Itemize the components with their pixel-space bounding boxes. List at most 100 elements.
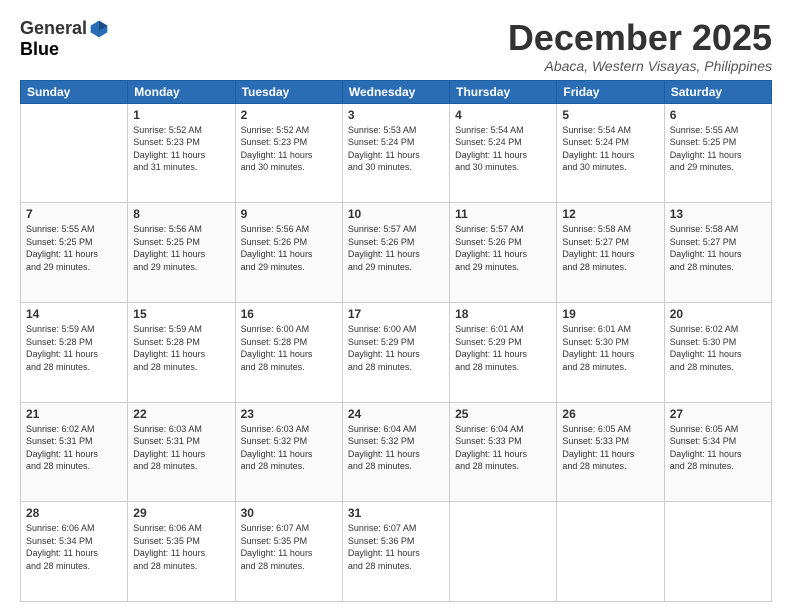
calendar-cell: 14 Sunrise: 5:59 AM Sunset: 5:28 PM Dayli… [21,302,128,402]
day-info: Sunrise: 6:05 AM Sunset: 5:33 PM Dayligh… [562,423,658,473]
day-number: 5 [562,108,658,122]
calendar-cell: 8 Sunrise: 5:56 AM Sunset: 5:25 PM Daylig… [128,203,235,303]
calendar-cell: 6 Sunrise: 5:55 AM Sunset: 5:25 PM Daylig… [664,103,771,203]
day-info: Sunrise: 6:06 AM Sunset: 5:35 PM Dayligh… [133,522,229,572]
title-area: December 2025 Abaca, Western Visayas, Ph… [508,18,772,74]
day-info: Sunrise: 5:57 AM Sunset: 5:26 PM Dayligh… [348,223,444,273]
calendar-cell: 3 Sunrise: 5:53 AM Sunset: 5:24 PM Daylig… [342,103,449,203]
day-info: Sunrise: 5:58 AM Sunset: 5:27 PM Dayligh… [670,223,766,273]
day-header-tuesday: Tuesday [235,80,342,103]
day-number: 16 [241,307,337,321]
calendar-cell: 27 Sunrise: 6:05 AM Sunset: 5:34 PM Dayli… [664,402,771,502]
calendar-cell: 7Sunrise: 5:55 AM Sunset: 5:25 PM Daylig… [21,203,128,303]
day-info: Sunrise: 6:05 AM Sunset: 5:34 PM Dayligh… [670,423,766,473]
week-row-4: 21 Sunrise: 6:02 AM Sunset: 5:31 PM Dayli… [21,402,772,502]
day-number: 15 [133,307,229,321]
calendar-header-row: SundayMondayTuesdayWednesdayThursdayFrid… [21,80,772,103]
day-number: 6 [670,108,766,122]
calendar-cell [21,103,128,203]
calendar-cell: 12Sunrise: 5:58 AM Sunset: 5:27 PM Dayli… [557,203,664,303]
day-info: Sunrise: 6:03 AM Sunset: 5:31 PM Dayligh… [133,423,229,473]
day-header-monday: Monday [128,80,235,103]
day-info: Sunrise: 5:52 AM Sunset: 5:23 PM Dayligh… [133,124,229,174]
calendar-cell: 15 Sunrise: 5:59 AM Sunset: 5:28 PM Dayli… [128,302,235,402]
day-header-thursday: Thursday [450,80,557,103]
calendar-cell: 29 Sunrise: 6:06 AM Sunset: 5:35 PM Dayli… [128,502,235,602]
logo: General Blue [20,18,109,60]
calendar-cell: 21 Sunrise: 6:02 AM Sunset: 5:31 PM Dayli… [21,402,128,502]
day-info: Sunrise: 6:03 AM Sunset: 5:32 PM Dayligh… [241,423,337,473]
day-number: 29 [133,506,229,520]
day-info: Sunrise: 5:56 AM Sunset: 5:25 PM Dayligh… [133,223,229,273]
day-number: 10 [348,207,444,221]
day-header-friday: Friday [557,80,664,103]
day-header-sunday: Sunday [21,80,128,103]
day-info: Sunrise: 5:52 AM Sunset: 5:23 PM Dayligh… [241,124,337,174]
day-number: 9 [241,207,337,221]
day-number: 8 [133,207,229,221]
calendar-cell: 17 Sunrise: 6:00 AM Sunset: 5:29 PM Dayli… [342,302,449,402]
day-info: Sunrise: 5:59 AM Sunset: 5:28 PM Dayligh… [133,323,229,373]
calendar-cell: 24Sunrise: 6:04 AM Sunset: 5:32 PM Dayli… [342,402,449,502]
day-number: 23 [241,407,337,421]
day-info: Sunrise: 5:59 AM Sunset: 5:28 PM Dayligh… [26,323,122,373]
day-header-wednesday: Wednesday [342,80,449,103]
day-number: 27 [670,407,766,421]
day-number: 4 [455,108,551,122]
main-title: December 2025 [508,18,772,58]
calendar-cell: 31 Sunrise: 6:07 AM Sunset: 5:36 PM Dayli… [342,502,449,602]
day-number: 3 [348,108,444,122]
calendar-cell: 20 Sunrise: 6:02 AM Sunset: 5:30 PM Dayli… [664,302,771,402]
day-header-saturday: Saturday [664,80,771,103]
day-number: 25 [455,407,551,421]
day-number: 13 [670,207,766,221]
calendar-cell [557,502,664,602]
calendar-table: SundayMondayTuesdayWednesdayThursdayFrid… [20,80,772,602]
day-info: Sunrise: 6:02 AM Sunset: 5:30 PM Dayligh… [670,323,766,373]
calendar-cell: 25Sunrise: 6:04 AM Sunset: 5:33 PM Dayli… [450,402,557,502]
calendar-cell [664,502,771,602]
calendar-cell: 28 Sunrise: 6:06 AM Sunset: 5:34 PM Dayli… [21,502,128,602]
calendar-cell: 18 Sunrise: 6:01 AM Sunset: 5:29 PM Dayli… [450,302,557,402]
day-number: 12 [562,207,658,221]
day-info: Sunrise: 6:01 AM Sunset: 5:29 PM Dayligh… [455,323,551,373]
day-number: 26 [562,407,658,421]
calendar-cell: 4Sunrise: 5:54 AM Sunset: 5:24 PM Daylig… [450,103,557,203]
day-number: 30 [241,506,337,520]
calendar-cell: 26 Sunrise: 6:05 AM Sunset: 5:33 PM Dayli… [557,402,664,502]
day-info: Sunrise: 6:00 AM Sunset: 5:29 PM Dayligh… [348,323,444,373]
day-number: 1 [133,108,229,122]
day-number: 22 [133,407,229,421]
logo-icon [89,19,109,39]
day-info: Sunrise: 6:07 AM Sunset: 5:36 PM Dayligh… [348,522,444,572]
page: General Blue December 2025 Abaca, Wester… [0,0,792,612]
day-number: 2 [241,108,337,122]
day-info: Sunrise: 5:55 AM Sunset: 5:25 PM Dayligh… [670,124,766,174]
day-number: 14 [26,307,122,321]
day-info: Sunrise: 6:06 AM Sunset: 5:34 PM Dayligh… [26,522,122,572]
calendar-cell: 13 Sunrise: 5:58 AM Sunset: 5:27 PM Dayli… [664,203,771,303]
day-number: 21 [26,407,122,421]
logo-blue-text: Blue [20,39,59,60]
week-row-2: 7Sunrise: 5:55 AM Sunset: 5:25 PM Daylig… [21,203,772,303]
calendar-cell: 10 Sunrise: 5:57 AM Sunset: 5:26 PM Dayli… [342,203,449,303]
day-number: 20 [670,307,766,321]
day-number: 7 [26,207,122,221]
day-number: 19 [562,307,658,321]
calendar-cell: 16Sunrise: 6:00 AM Sunset: 5:28 PM Dayli… [235,302,342,402]
day-number: 24 [348,407,444,421]
calendar-cell: 5Sunrise: 5:54 AM Sunset: 5:24 PM Daylig… [557,103,664,203]
day-info: Sunrise: 6:02 AM Sunset: 5:31 PM Dayligh… [26,423,122,473]
week-row-1: 1 Sunrise: 5:52 AM Sunset: 5:23 PM Daylig… [21,103,772,203]
day-info: Sunrise: 5:53 AM Sunset: 5:24 PM Dayligh… [348,124,444,174]
calendar-cell: 19 Sunrise: 6:01 AM Sunset: 5:30 PM Dayli… [557,302,664,402]
day-number: 28 [26,506,122,520]
day-number: 17 [348,307,444,321]
day-info: Sunrise: 6:01 AM Sunset: 5:30 PM Dayligh… [562,323,658,373]
calendar-cell: 23 Sunrise: 6:03 AM Sunset: 5:32 PM Dayli… [235,402,342,502]
day-number: 18 [455,307,551,321]
day-info: Sunrise: 5:56 AM Sunset: 5:26 PM Dayligh… [241,223,337,273]
calendar-cell: 11Sunrise: 5:57 AM Sunset: 5:26 PM Dayli… [450,203,557,303]
calendar-cell: 30Sunrise: 6:07 AM Sunset: 5:35 PM Dayli… [235,502,342,602]
day-number: 31 [348,506,444,520]
